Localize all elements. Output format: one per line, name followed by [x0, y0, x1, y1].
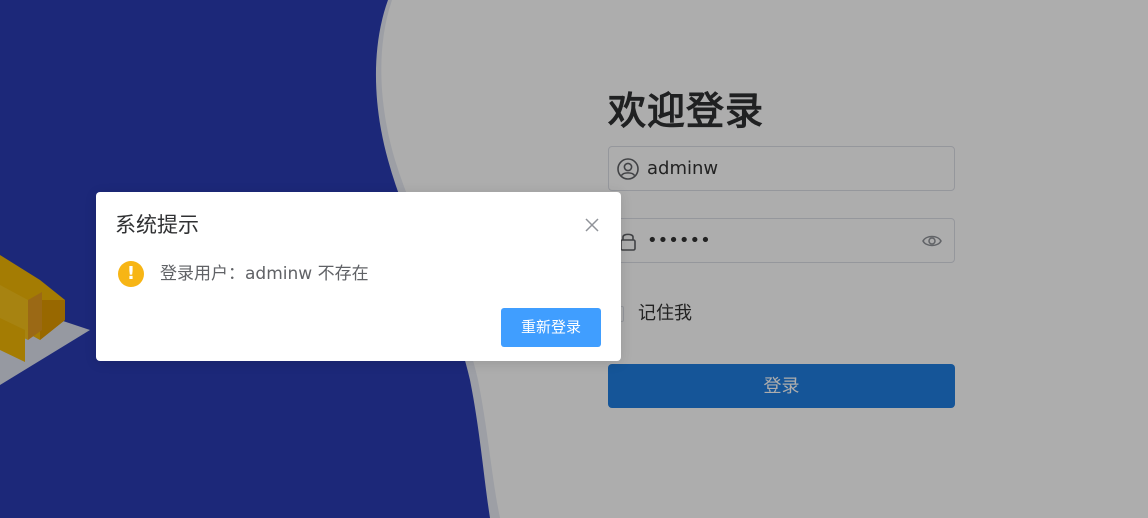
dialog-message: 登录用户：adminw 不存在 [160, 264, 369, 284]
close-icon[interactable] [585, 218, 599, 232]
message-box: 系统提示 ! 登录用户：adminw 不存在 重新登录 [96, 192, 621, 361]
login-page: 欢迎登录 adminw •••••• 记住我 登录 系统提示 ! 登录用户：ad… [0, 0, 1148, 518]
dialog-title: 系统提示 [115, 213, 199, 237]
warning-glyph: ! [126, 263, 136, 284]
relogin-button[interactable]: 重新登录 [501, 308, 601, 347]
warning-icon: ! [118, 261, 144, 287]
